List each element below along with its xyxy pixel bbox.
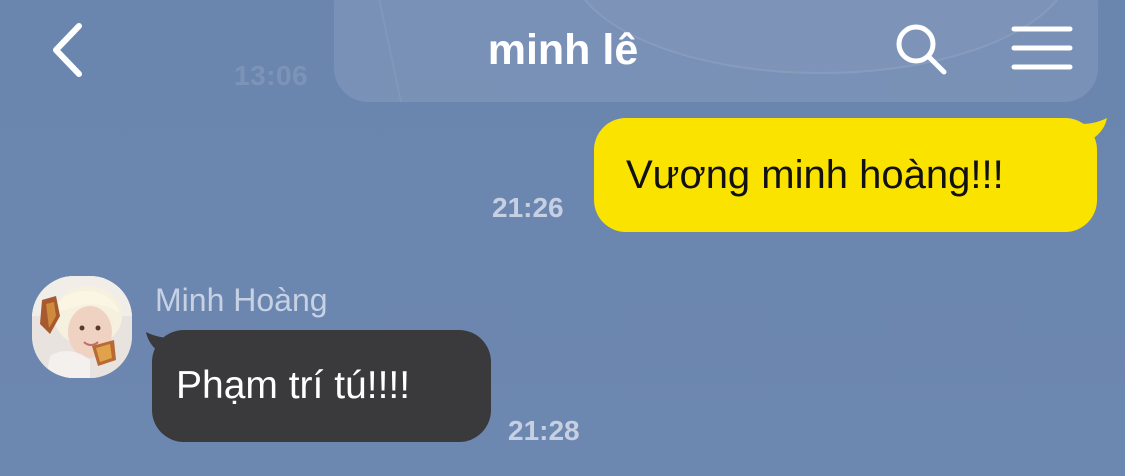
outgoing-message-bubble[interactable]: Vương minh hoàng!!!: [594, 118, 1107, 232]
back-button[interactable]: [44, 16, 94, 86]
outgoing-message-time: 21:26: [492, 192, 564, 223]
bubble-tail: [1081, 118, 1107, 142]
hamburger-menu-icon: [1011, 26, 1073, 70]
outgoing-message-text: Vương minh hoàng!!!: [626, 152, 1004, 197]
chat-title: minh lê: [487, 26, 639, 74]
search-button[interactable]: [892, 20, 952, 80]
chat-screen: 13:06 minh lê 21:26 Vương minh hoàng!!! …: [0, 0, 1125, 476]
sender-name: Minh Hoàng: [155, 282, 328, 318]
avatar[interactable]: [32, 276, 132, 378]
menu-button[interactable]: [1010, 22, 1074, 78]
search-icon: [896, 24, 947, 75]
avatar-photo: [32, 276, 132, 378]
incoming-message-bubble[interactable]: Phạm trí tú!!!!: [146, 330, 491, 442]
bubble-tail: [146, 332, 172, 356]
incoming-message-time: 21:28: [508, 415, 580, 446]
incoming-message-text: Phạm trí tú!!!!: [176, 364, 411, 407]
chat-header: minh lê: [0, 0, 1125, 100]
chevron-left-icon: [53, 23, 82, 77]
